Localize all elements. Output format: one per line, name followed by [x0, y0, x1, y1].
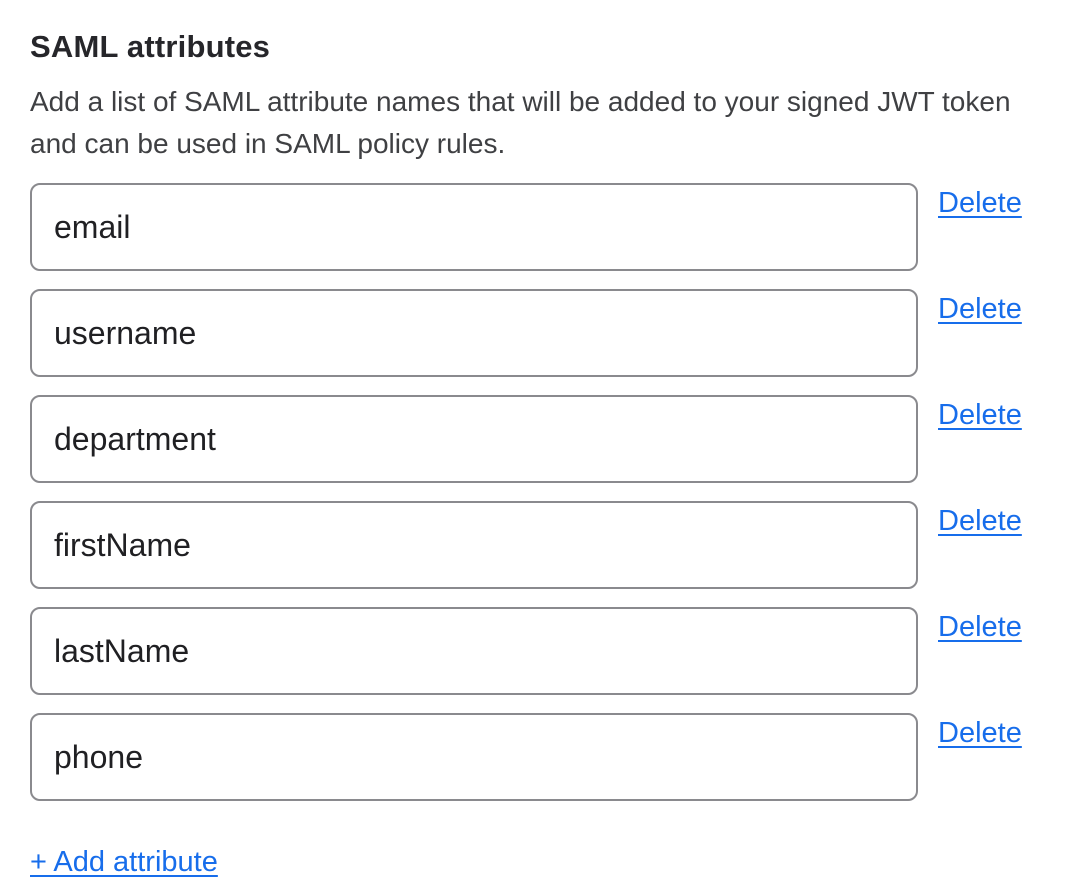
attribute-list: Delete Delete Delete Delete Delete Delet… — [30, 183, 1030, 801]
delete-link[interactable]: Delete — [938, 292, 1022, 327]
attribute-name-input[interactable] — [30, 289, 918, 377]
delete-link[interactable]: Delete — [938, 398, 1022, 433]
attribute-row: Delete — [30, 289, 1030, 377]
attribute-name-input[interactable] — [30, 713, 918, 801]
attribute-row: Delete — [30, 501, 1030, 589]
delete-link[interactable]: Delete — [938, 186, 1022, 221]
attribute-row: Delete — [30, 607, 1030, 695]
section-description: Add a list of SAML attribute names that … — [30, 81, 1030, 165]
attribute-name-input[interactable] — [30, 395, 918, 483]
saml-attributes-section: SAML attributes Add a list of SAML attri… — [30, 28, 1030, 880]
add-attribute-link[interactable]: + Add attribute — [30, 845, 218, 880]
attribute-name-input[interactable] — [30, 183, 918, 271]
page-title: SAML attributes — [30, 28, 1030, 65]
delete-link[interactable]: Delete — [938, 504, 1022, 539]
attribute-row: Delete — [30, 713, 1030, 801]
attribute-row: Delete — [30, 183, 1030, 271]
delete-link[interactable]: Delete — [938, 716, 1022, 751]
attribute-name-input[interactable] — [30, 501, 918, 589]
attribute-name-input[interactable] — [30, 607, 918, 695]
delete-link[interactable]: Delete — [938, 610, 1022, 645]
attribute-row: Delete — [30, 395, 1030, 483]
